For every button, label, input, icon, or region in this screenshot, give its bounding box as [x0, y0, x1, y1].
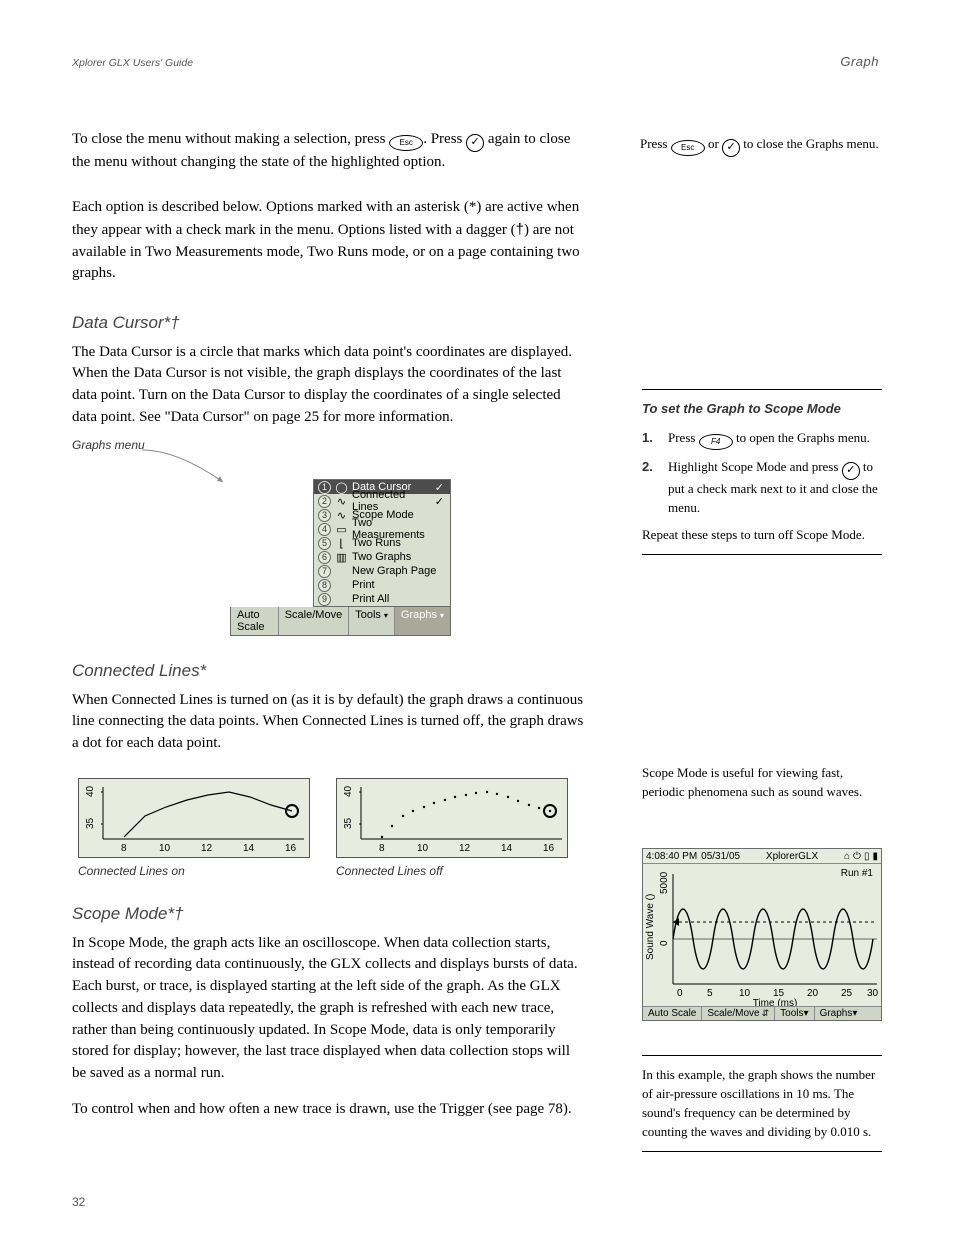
svg-text:30: 30 [867, 988, 879, 999]
softkey-tools[interactable]: Tools▾ [775, 1007, 814, 1020]
sidebar-scope-usefulness: Scope Mode is useful for viewing fast, p… [642, 764, 882, 802]
page-header-right: Graph [840, 54, 879, 69]
heading-scope-mode: Scope Mode*† [72, 902, 584, 927]
run-label: Run #1 [841, 868, 874, 879]
softkey-auto-scale[interactable]: Auto Scale [231, 607, 279, 635]
chevron-down-icon: ▾ [852, 1008, 857, 1019]
sidebar-set-scope-mode: To set the Graph to Scope Mode 1. Press … [642, 389, 882, 555]
paragraph-close-menu: To close the menu without making a selec… [72, 129, 584, 174]
sidebar-scope-explanation: In this example, the graph shows the num… [642, 1055, 882, 1152]
check-key-icon: ✓ [466, 134, 484, 152]
figure-graphs-menu: 1 ◯ Data Cursor ✓ 2 ∿ Connected Lines ✓ … [230, 479, 451, 636]
softkey-auto-scale[interactable]: Auto Scale [643, 1007, 702, 1020]
clock-time: 4:08:40 PM [646, 851, 697, 862]
menu-item-connected-lines[interactable]: 2 ∿ Connected Lines ✓ [314, 494, 450, 508]
svg-text:20: 20 [807, 988, 819, 999]
figure-connected-lines-off: 35 40 8 10 12 14 16 [336, 778, 568, 858]
check-icon: ✓ [433, 495, 446, 508]
svg-text:40: 40 [343, 785, 354, 797]
figure-connected-lines-on: 35 40 8 10 12 14 16 [78, 778, 310, 858]
svg-text:8: 8 [121, 843, 127, 854]
svg-text:35: 35 [85, 817, 96, 829]
svg-text:8: 8 [379, 843, 385, 854]
svg-text:12: 12 [201, 843, 213, 854]
paragraph-scope-trigger: To control when and how often a new trac… [72, 1099, 584, 1121]
two-measurements-icon: ▭ [335, 523, 348, 536]
check-icon: ✓ [433, 481, 446, 494]
sidebar-step2: Highlight Scope Mode and press ✓ to put … [668, 458, 882, 518]
softkey-scale-move[interactable]: Scale/Move⇵ [702, 1007, 775, 1020]
svg-text:16: 16 [543, 843, 555, 854]
chevron-down-icon: ▾ [437, 611, 444, 620]
svg-text:25: 25 [841, 988, 853, 999]
two-runs-icon: ⌊ [335, 537, 348, 550]
signal-icon: ▮ [872, 851, 878, 862]
scale-glyph-icon: ⇵ [760, 1008, 770, 1019]
sidebar-title: To set the Graph to Scope Mode [642, 400, 882, 419]
power-icon[interactable]: ⏻ [853, 851, 861, 862]
caption-connected-lines-on: Connected Lines on [78, 864, 185, 878]
esc-key-icon: Esc [671, 140, 705, 156]
chevron-down-icon: ▾ [804, 1008, 809, 1019]
check-key-icon: ✓ [842, 462, 860, 480]
caption-connected-lines-off: Connected Lines off [336, 864, 443, 878]
svg-text:0: 0 [659, 940, 670, 946]
menu-item-two-measurements[interactable]: 4 ▭ Two Measurements [314, 522, 450, 536]
softkey-graphs[interactable]: Graphs▾ [815, 1007, 863, 1020]
svg-text:10: 10 [739, 988, 751, 999]
heading-data-cursor: Data Cursor*† [72, 311, 584, 336]
softkey-scale-move[interactable]: Scale/Move [279, 607, 349, 635]
svg-text:35: 35 [343, 817, 354, 829]
arrow-graphs-menu [140, 448, 225, 488]
page-header-left: Xplorer GLX Users' Guide [72, 57, 193, 69]
svg-text:5000: 5000 [659, 871, 670, 894]
battery-icon: ▯ [864, 851, 870, 862]
check-key-icon: ✓ [722, 139, 740, 157]
svg-text:14: 14 [243, 843, 255, 854]
sidebar-note: Repeat these steps to turn off Scope Mod… [642, 526, 882, 545]
clock-date: 05/31/05 [701, 851, 740, 862]
menu-item-two-runs[interactable]: 5 ⌊ Two Runs [314, 536, 450, 550]
svg-text:12: 12 [459, 843, 471, 854]
svg-text:10: 10 [417, 843, 429, 854]
esc-key-icon: Esc [389, 135, 423, 151]
svg-text:40: 40 [85, 785, 96, 797]
svg-text:5: 5 [707, 988, 713, 999]
data-cursor-icon: ◯ [335, 481, 348, 494]
paragraph-connected-lines: When Connected Lines is turned on (as it… [72, 690, 584, 755]
menu-item-two-graphs[interactable]: 6 ▥ Two Graphs [314, 550, 450, 564]
menu-item-new-graph-page[interactable]: 7 New Graph Page [314, 564, 450, 578]
connected-lines-icon: ∿ [335, 495, 348, 508]
f4-key-icon: F4 [699, 434, 733, 450]
softkey-tools[interactable]: Tools▾ [349, 607, 395, 635]
svg-text:0: 0 [677, 988, 683, 999]
svg-text:Time (ms): Time (ms) [753, 998, 798, 1006]
two-graphs-icon: ▥ [335, 551, 348, 564]
figure-scope-mode: 4:08:40 PM 05/31/05 XplorerGLX ⌂ ⏻ ▯ ▮ R… [642, 848, 882, 1021]
heading-connected-lines: Connected Lines* [72, 659, 584, 684]
svg-text:Sound Wave (): Sound Wave () [645, 894, 656, 960]
home-icon[interactable]: ⌂ [844, 851, 850, 862]
paragraph-scope-mode: In Scope Mode, the graph acts like an os… [72, 933, 584, 1085]
paragraph-data-cursor: The Data Cursor is a circle that marks w… [72, 342, 584, 429]
svg-text:16: 16 [285, 843, 297, 854]
softkey-graphs[interactable]: Graphs▾ [395, 607, 450, 635]
svg-text:14: 14 [501, 843, 513, 854]
chevron-down-icon: ▾ [381, 611, 388, 620]
app-name: XplorerGLX [766, 851, 818, 862]
svg-text:10: 10 [159, 843, 171, 854]
paragraph-options-overview: Each option is described below. Options … [72, 197, 584, 285]
caption-close-graphs-menu: Press Esc or ✓ to close the Graphs menu. [640, 135, 880, 157]
menu-item-print-all[interactable]: 9 Print All [314, 592, 450, 606]
scope-mode-icon: ∿ [335, 509, 348, 522]
menu-item-print[interactable]: 8 Print [314, 578, 450, 592]
sidebar-step1: Press F4 to open the Graphs menu. [668, 429, 882, 450]
page-number: 32 [72, 1195, 85, 1209]
